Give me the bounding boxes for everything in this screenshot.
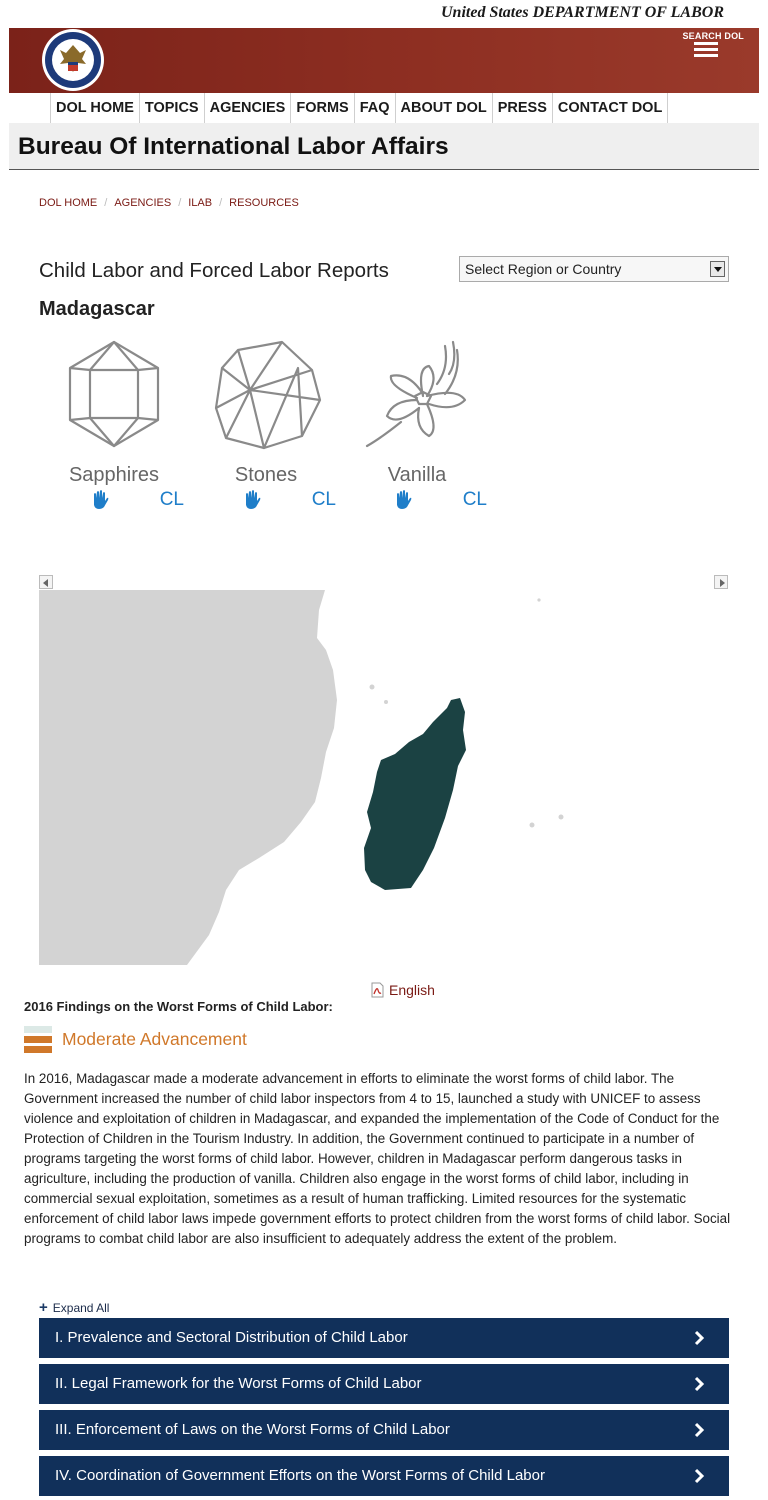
nav-topics[interactable]: TOPICS xyxy=(140,93,205,123)
breadcrumb-separator: / xyxy=(219,197,223,209)
breadcrumb: DOL HOME / AGENCIES / ILAB / RESOURCES xyxy=(39,197,299,209)
section-title: III. Enforcement of Laws on the Worst Fo… xyxy=(55,1421,450,1438)
raised-hand-icon xyxy=(245,490,261,509)
findings-title: 2016 Findings on the Worst Forms of Chil… xyxy=(24,999,333,1014)
nav-about-dol[interactable]: ABOUT DOL xyxy=(396,93,493,123)
dol-seal-icon[interactable] xyxy=(38,28,108,92)
country-map[interactable] xyxy=(39,590,729,965)
pdf-file-icon xyxy=(371,982,384,998)
region-select-value: Select Region or Country xyxy=(465,261,622,277)
map-scroll-left-button[interactable] xyxy=(39,575,53,589)
section-title: IV. Coordination of Government Efforts o… xyxy=(55,1467,545,1484)
breadcrumb-separator: / xyxy=(104,197,108,209)
nav-faq[interactable]: FAQ xyxy=(355,93,396,123)
findings-summary: In 2016, Madagascar made a moderate adva… xyxy=(24,1071,731,1246)
vanilla-flower-icon xyxy=(365,340,467,448)
good-name: Sapphires xyxy=(68,464,160,486)
advancement-level-icon xyxy=(24,1026,52,1053)
expand-all-label: Expand All xyxy=(52,1300,110,1315)
breadcrumb-dol-home[interactable]: DOL HOME xyxy=(39,197,97,209)
good-vanilla[interactable]: Vanilla CL xyxy=(347,338,487,511)
expand-all-button[interactable]: + Expand All xyxy=(39,1299,109,1316)
island-seychelles xyxy=(537,598,541,602)
section-title: II. Legal Framework for the Worst Forms … xyxy=(55,1375,422,1392)
header-banner: SEARCH DOL xyxy=(9,28,759,93)
island-comoros xyxy=(369,684,375,690)
hamburger-menu-icon[interactable] xyxy=(694,42,718,58)
region-country-select[interactable]: Select Region or Country xyxy=(459,256,729,282)
sapphire-gem-icon xyxy=(68,340,160,448)
chevron-right-icon xyxy=(694,1468,705,1484)
child-labor-tag[interactable]: CL xyxy=(196,489,336,511)
section-title: I. Prevalence and Sectoral Distribution … xyxy=(55,1329,408,1346)
english-link-label: English xyxy=(389,982,435,998)
island-comoros xyxy=(384,700,388,704)
breadcrumb-ilab[interactable]: ILAB xyxy=(188,197,212,209)
chevron-right-icon xyxy=(694,1422,705,1438)
raised-hand-icon xyxy=(396,490,412,509)
nav-dol-home[interactable]: DOL HOME xyxy=(50,93,140,123)
breadcrumb-separator: / xyxy=(178,197,182,209)
island-mauritius xyxy=(558,814,564,820)
africa-mainland xyxy=(39,590,337,965)
search-dol-label[interactable]: SEARCH DOL xyxy=(682,31,744,41)
island-reunion xyxy=(529,822,535,828)
section-coordination[interactable]: IV. Coordination of Government Efforts o… xyxy=(39,1456,729,1496)
main-nav: DOL HOME TOPICS AGENCIES FORMS FAQ ABOUT… xyxy=(50,93,669,123)
child-labor-tag[interactable]: CL xyxy=(347,489,487,511)
child-labor-tag-label: CL xyxy=(311,489,336,510)
chevron-down-icon[interactable] xyxy=(710,261,725,277)
madagascar-shape xyxy=(364,698,466,890)
reports-title: Child Labor and Forced Labor Reports xyxy=(39,259,389,282)
page-title: Bureau Of International Labor Affairs xyxy=(18,133,449,160)
child-labor-tag[interactable]: CL xyxy=(44,489,184,511)
good-name: Vanilla xyxy=(387,464,447,486)
good-name: Stones xyxy=(234,464,298,486)
raised-hand-icon xyxy=(93,490,109,509)
nav-press[interactable]: PRESS xyxy=(493,93,553,123)
child-labor-tag-label: CL xyxy=(159,489,184,510)
chevron-right-icon xyxy=(694,1330,705,1346)
breadcrumb-resources[interactable]: RESOURCES xyxy=(229,197,299,209)
section-legal-framework[interactable]: II. Legal Framework for the Worst Forms … xyxy=(39,1364,729,1404)
department-title[interactable]: United States DEPARTMENT OF LABOR xyxy=(441,4,724,22)
stone-icon xyxy=(214,340,322,450)
bureau-header: Bureau Of International Labor Affairs xyxy=(9,123,759,170)
section-prevalence[interactable]: I. Prevalence and Sectoral Distribution … xyxy=(39,1318,729,1358)
chevron-right-icon xyxy=(694,1376,705,1392)
nav-agencies[interactable]: AGENCIES xyxy=(205,93,292,123)
assessment-label: Moderate Advancement xyxy=(62,1029,247,1049)
child-labor-tag-label: CL xyxy=(462,489,487,510)
nav-contact-dol[interactable]: CONTACT DOL xyxy=(553,93,669,123)
good-sapphires[interactable]: Sapphires CL xyxy=(44,338,184,511)
nav-forms[interactable]: FORMS xyxy=(291,93,355,123)
map-scroll-right-button[interactable] xyxy=(714,575,728,589)
section-enforcement[interactable]: III. Enforcement of Laws on the Worst Fo… xyxy=(39,1410,729,1450)
country-name: Madagascar xyxy=(39,298,155,320)
breadcrumb-agencies[interactable]: AGENCIES xyxy=(114,197,171,209)
plus-icon: + xyxy=(39,1299,48,1316)
good-stones[interactable]: Stones CL xyxy=(196,338,336,511)
assessment-level: Moderate Advancement xyxy=(24,1026,247,1053)
english-report-link[interactable]: English xyxy=(371,982,435,998)
